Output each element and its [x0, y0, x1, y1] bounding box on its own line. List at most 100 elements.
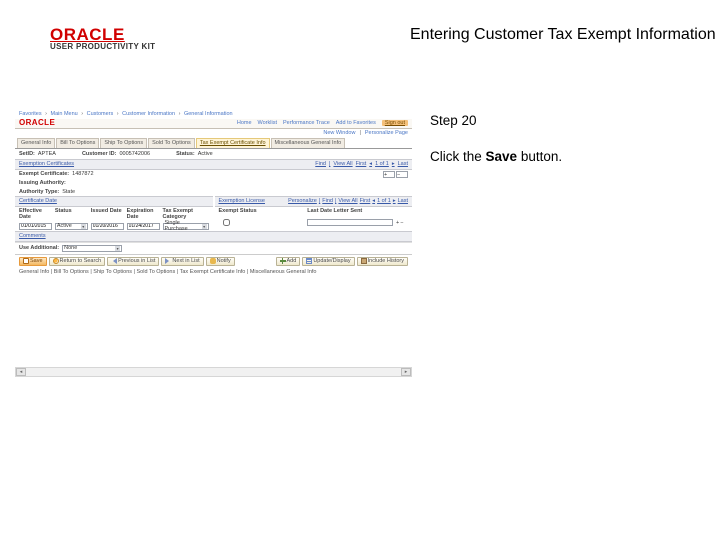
tab-tax-exempt[interactable]: Tax Exempt Certificate Info [196, 138, 270, 148]
save-button[interactable]: Save [19, 257, 47, 266]
use-addl-label: Use Additional: [19, 245, 59, 252]
search-icon [53, 258, 59, 264]
section-exempt-license: Exemption License [219, 198, 265, 205]
custid-value: 0005742006 [119, 151, 150, 158]
exp-date-input[interactable] [127, 223, 160, 230]
use-additional-row: Use Additional: None ▾ [15, 242, 412, 254]
menu-add-fav[interactable]: Add to Favorites [336, 120, 376, 127]
last-grid[interactable]: Last [398, 198, 408, 205]
history-button[interactable]: Include History [357, 257, 408, 266]
table-row: + − [215, 215, 413, 230]
issuing-auth-label: Issuing Authority: [19, 180, 66, 187]
range-grid: 1 of 1 [377, 198, 391, 205]
tab-general-info[interactable]: General Info [17, 138, 55, 148]
instruction-panel: Step 20 Click the Save button. [430, 112, 690, 166]
find-link[interactable]: Find [315, 161, 326, 168]
scroll-right-button[interactable]: ▸ [401, 368, 411, 376]
menu-worklist[interactable]: Worklist [258, 120, 277, 127]
setid-label: SetID: [19, 151, 35, 158]
th-exp: Expiration Date [127, 208, 160, 221]
plus-icon [280, 258, 286, 264]
exempt-status-checkbox[interactable] [223, 219, 230, 226]
row-add-button[interactable]: + [396, 220, 399, 227]
breadcrumb-item[interactable]: Customer Information [122, 111, 175, 117]
menu-perf-trace[interactable]: Performance Trace [283, 120, 330, 127]
menu-home[interactable]: Home [237, 120, 252, 127]
menu-signout[interactable]: Sign out [382, 120, 408, 127]
tab-sold-to[interactable]: Sold To Options [148, 138, 195, 148]
oracle-wordmark: ORACLE [50, 26, 155, 43]
footer-tab-links[interactable]: General Info | Bill To Options | Ship To… [15, 268, 412, 277]
section-cert-date: Certificate Date [15, 196, 213, 207]
chevron-down-icon: ▾ [115, 246, 120, 251]
personalize-grid[interactable]: Personalize [288, 198, 317, 205]
page-title: Entering Customer Tax Exempt Information [410, 26, 716, 44]
section-exemption-certs: Exemption Certificates [15, 159, 272, 170]
oracle-app-logo: ORACLE [19, 118, 55, 128]
th-exempt-status: Exempt Status [219, 208, 305, 215]
status-dropdown[interactable]: Active▾ [55, 223, 88, 230]
first-grid[interactable]: First [360, 198, 371, 205]
new-window-link[interactable]: New Window [323, 130, 355, 137]
th-letter-sent: Last Date Letter Sent [307, 208, 393, 215]
app-menubar: ORACLE Home Worklist Performance Trace A… [15, 119, 412, 129]
eff-date-input[interactable] [19, 223, 52, 230]
personalize-link[interactable]: Personalize Page [365, 130, 408, 137]
notify-button[interactable]: Notify [206, 257, 235, 266]
identity-row: SetID: APTEA Customer ID: 0005742006 Sta… [15, 149, 412, 160]
action-button-row: Save Return to Search Previous in List N… [15, 254, 412, 268]
issued-date-input[interactable] [91, 223, 124, 230]
step-number: Step 20 [430, 112, 690, 130]
del-row-button[interactable]: − [396, 171, 408, 178]
scroll-track[interactable] [26, 368, 401, 376]
upk-subtitle: USER PRODUCTIVITY KIT [50, 43, 155, 51]
row-del-button[interactable]: − [400, 220, 403, 227]
range-text: 1 of 1 [375, 161, 389, 168]
view-grid[interactable]: View All [338, 198, 357, 205]
save-icon [23, 258, 29, 264]
section-comments: Comments [15, 231, 412, 242]
setid-value: APTEA [38, 151, 56, 158]
app-screenshot: Favorites › Main Menu › Customers › Cust… [15, 110, 412, 290]
first-link[interactable]: First [356, 161, 367, 168]
return-search-button[interactable]: Return to Search [49, 257, 106, 266]
scroll-left-button[interactable]: ◂ [16, 368, 26, 376]
auth-type-value: State [62, 189, 75, 196]
update-button[interactable]: Update/Display [302, 257, 354, 266]
category-dropdown[interactable]: Single Purchase▾ [163, 223, 209, 230]
th-issued: Issued Date [91, 208, 124, 221]
view-all-link[interactable]: View All [333, 161, 352, 168]
custid-label: Customer ID: [82, 151, 117, 158]
last-link[interactable]: Last [398, 161, 408, 168]
tab-strip: General Info Bill To Options Ship To Opt… [15, 137, 412, 149]
table-row: Active▾ Single Purchase▾ [15, 222, 213, 231]
status-value: Active [198, 151, 213, 158]
exempt-cert-label: Exempt Certificate: [19, 171, 69, 178]
status-label: Status: [176, 151, 195, 158]
oracle-upk-logo: ORACLE USER PRODUCTIVITY KIT [50, 26, 155, 51]
add-button[interactable]: Add [276, 257, 301, 266]
exempt-cert-value: 1487872 [72, 171, 93, 178]
find-grid[interactable]: Find [322, 198, 333, 205]
previous-button[interactable]: Previous in List [107, 257, 159, 266]
breadcrumb-item[interactable]: General Information [184, 111, 233, 117]
letter-date-input[interactable] [307, 219, 393, 226]
use-addl-dropdown[interactable]: None ▾ [62, 245, 122, 252]
auth-type-label: Authority Type: [19, 189, 59, 196]
bell-icon [210, 258, 216, 264]
arrow-right-icon [165, 258, 171, 264]
tab-ship-to[interactable]: Ship To Options [100, 138, 147, 148]
th-eff-date: Effective Date [19, 208, 52, 221]
horizontal-scrollbar[interactable]: ◂ ▸ [15, 367, 412, 377]
breadcrumb-item[interactable]: Customers [87, 111, 114, 117]
next-button[interactable]: Next in List [161, 257, 203, 266]
arrow-left-icon [111, 258, 117, 264]
license-headers: Exempt Status Last Date Letter Sent [215, 207, 413, 216]
tab-bill-to[interactable]: Bill To Options [56, 138, 99, 148]
add-row-button[interactable]: + [383, 171, 395, 178]
instruction-text: Click the Save button. [430, 148, 690, 166]
use-addl-value: None [64, 245, 77, 252]
breadcrumb-item[interactable]: Favorites [19, 111, 42, 117]
breadcrumb-item[interactable]: Main Menu [51, 111, 78, 117]
tab-misc[interactable]: Miscellaneous General Info [271, 138, 346, 148]
